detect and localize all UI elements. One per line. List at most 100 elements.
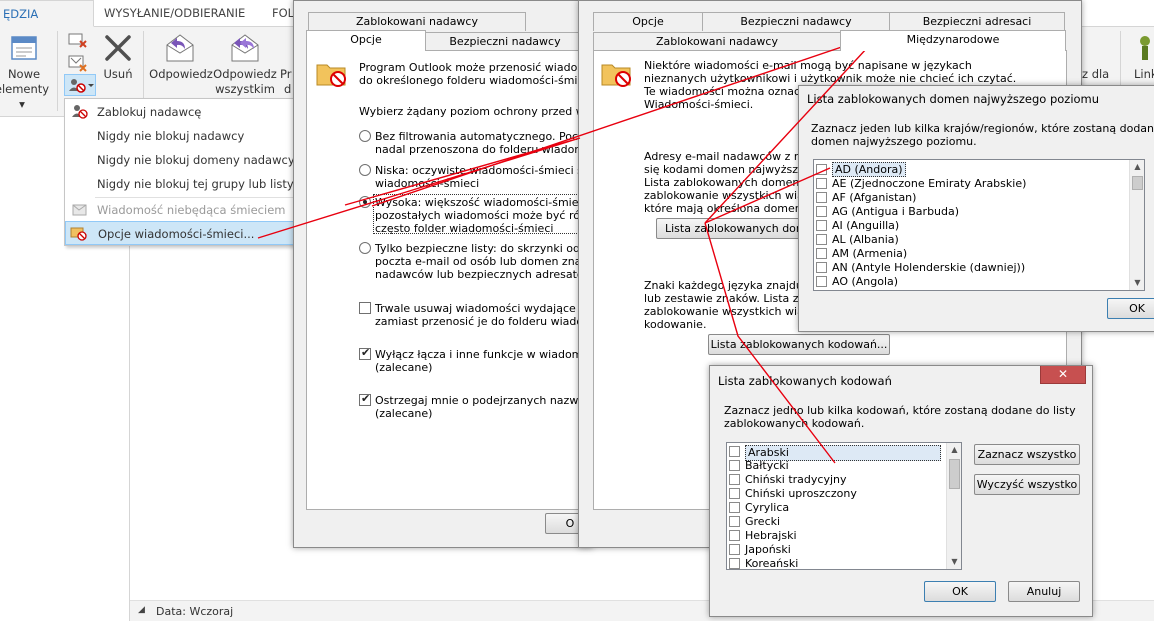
select-all-button[interactable]: Zaznacz wszystko	[974, 444, 1080, 465]
tld-item-checkbox[interactable]	[816, 206, 827, 217]
encoding-item-checkbox[interactable]	[729, 474, 740, 485]
tld-item-checkbox[interactable]	[816, 262, 827, 273]
encoding-item[interactable]: Arabski	[729, 445, 941, 461]
encoding-item-checkbox[interactable]	[729, 530, 740, 541]
encoding-item-checkbox[interactable]	[729, 558, 740, 569]
menu-item-block-sender[interactable]: Zablokuj nadawcę	[65, 100, 295, 124]
scroll-down-icon[interactable]: ▼	[1130, 276, 1144, 290]
new-items-label-2[interactable]: elementy ▾	[0, 82, 52, 112]
ignore-icon[interactable]	[66, 29, 88, 51]
menu-item-never-block-domain[interactable]: Nigdy nie blokuj domeny nadawcy (@	[65, 148, 295, 172]
tld-item-checkbox[interactable]	[816, 192, 827, 203]
reply-all-icon[interactable]	[228, 31, 262, 65]
reply-icon[interactable]	[163, 31, 197, 65]
tld-item-checkbox[interactable]	[816, 276, 827, 287]
new-items-label-1[interactable]: Nowe	[0, 67, 48, 82]
tld-item[interactable]: AL (Albania)	[816, 233, 899, 247]
forward-label-1[interactable]: Pr	[280, 67, 294, 82]
encoding-item-checkbox[interactable]	[729, 460, 740, 471]
tab-options-2[interactable]: Opcje	[593, 12, 703, 31]
scroll-thumb[interactable]	[1132, 176, 1143, 190]
encodings-listbox[interactable]: Arabski Bałtycki Chiński tradycyjny Chiń…	[726, 442, 962, 570]
tld-ok-button[interactable]: OK	[1107, 298, 1154, 319]
enc-cancel-button[interactable]: Anuluj	[1008, 581, 1080, 602]
cleanup-icon[interactable]	[66, 51, 88, 73]
checkbox-disable-links-label-1[interactable]: Wyłącz łącza i inne funkcje w wiadomoś	[375, 348, 595, 361]
blocked-encodings-button[interactable]: Lista zablokowanych kodowań...	[708, 334, 890, 355]
tld-item-checkbox[interactable]	[816, 248, 827, 259]
reply-label[interactable]: Odpowiedz	[148, 67, 214, 82]
scroll-down-icon[interactable]: ▼	[947, 555, 961, 569]
reply-all-label-1[interactable]: Odpowiedz	[212, 67, 278, 82]
tab-international[interactable]: Międzynarodowe	[840, 30, 1066, 51]
encoding-item-checkbox[interactable]	[729, 516, 740, 527]
tab-safe-recipients[interactable]: Bezpieczni adresaci	[889, 12, 1065, 31]
checkbox-warn-suspicious[interactable]	[359, 392, 371, 406]
radio-no-filter-label-1[interactable]: Bez filtrowania automatycznego. Poczta	[375, 130, 595, 143]
tab-options[interactable]: Opcje	[306, 30, 426, 51]
tld-item[interactable]: AE (Zjednoczone Emiraty Arabskie)	[816, 177, 1026, 191]
tab-send-receive[interactable]: WYSYŁANIE/ODBIERANIE	[96, 0, 253, 27]
scroll-up-icon[interactable]: ▲	[1130, 160, 1144, 174]
tld-item[interactable]: AF (Afganistan)	[816, 191, 916, 205]
tld-item[interactable]: AO (Angola)	[816, 275, 898, 289]
tld-item[interactable]: AD (Andora)	[816, 162, 906, 177]
menu-item-not-junk[interactable]: Wiadomość niebędąca śmieciem	[65, 198, 295, 222]
menu-item-never-block-sender[interactable]: Nigdy nie blokuj nadawcy	[65, 124, 295, 148]
tld-item-checkbox[interactable]	[816, 220, 827, 231]
scroll-thumb[interactable]	[949, 459, 960, 489]
tld-item-checkbox[interactable]	[816, 234, 827, 245]
encoding-item-checkbox[interactable]	[729, 502, 740, 513]
enc-ok-button[interactable]: OK	[924, 581, 996, 602]
tab-safe-senders-2[interactable]: Bezpieczni nadawcy	[702, 12, 890, 31]
menu-item-never-block-group[interactable]: Nigdy nie blokuj tej grupy lub listy ad	[65, 172, 295, 196]
reply-all-label-2[interactable]: wszystkim	[212, 82, 278, 97]
checkbox-permanently-delete-label-1[interactable]: Trwale usuwaj wiadomości wydające się	[375, 302, 595, 315]
tld-item[interactable]: AN (Antyle Holenderskie (dawniej))	[816, 261, 1025, 275]
encoding-item[interactable]: Chiński tradycyjny	[729, 473, 847, 487]
radio-safe-label-1[interactable]: Tylko bezpieczne listy: do skrzynki odbi…	[375, 242, 597, 255]
tld-item[interactable]: AG (Antigua i Barbuda)	[816, 205, 959, 219]
collapse-triangle-icon[interactable]: ◢	[138, 605, 145, 615]
tld-item[interactable]: AM (Armenia)	[816, 247, 907, 261]
checkbox-warn-suspicious-label-1[interactable]: Ostrzegaj mnie o podejrzanych nazwach	[375, 394, 598, 407]
tld-listbox[interactable]: AD (Andora) AE (Zjednoczone Emiraty Arab…	[813, 159, 1145, 291]
tld-item-checkbox[interactable]	[816, 178, 827, 189]
close-icon[interactable]: ✕	[1040, 366, 1086, 384]
encoding-item-checkbox[interactable]	[729, 488, 740, 499]
quick-step-label[interactable]: z dla	[1082, 67, 1112, 82]
menu-item-junk-options[interactable]: Opcje wiadomości-śmieci...	[65, 221, 295, 245]
delete-icon[interactable]	[101, 31, 135, 65]
checkbox-disable-links[interactable]	[359, 346, 371, 360]
radio-no-filter[interactable]	[359, 130, 371, 142]
tld-scrollbar[interactable]: ▲ ▼	[1129, 160, 1144, 290]
link-label[interactable]: Link	[1134, 67, 1154, 82]
tld-item[interactable]: AI (Anguilla)	[816, 219, 899, 233]
encoding-item-checkbox[interactable]	[729, 446, 740, 457]
encoding-item[interactable]: Bałtycki	[729, 459, 789, 473]
tab-blocked-senders[interactable]: Zablokowani nadawcy	[308, 12, 526, 31]
encoding-item[interactable]: Cyrylica	[729, 501, 789, 515]
encoding-item-checkbox[interactable]	[729, 544, 740, 555]
encoding-item[interactable]: Japoński	[729, 543, 791, 557]
link-icon[interactable]	[1137, 33, 1154, 63]
radio-safe-lists-only[interactable]	[359, 242, 371, 254]
scroll-up-icon[interactable]: ▲	[947, 443, 961, 457]
radio-low[interactable]	[359, 164, 371, 176]
clear-all-button[interactable]: Wyczyść wszystko	[974, 474, 1080, 495]
encoding-item[interactable]: Koreański	[729, 557, 798, 569]
radio-low-label-1[interactable]: Niska: oczywiste wiadomości-śmieci są p	[375, 164, 600, 177]
delete-label[interactable]: Usuń	[98, 67, 138, 82]
encoding-item[interactable]: Chiński uproszczony	[729, 487, 857, 501]
tab-home[interactable]: ĘDZIA GŁÓWNE	[0, 0, 94, 47]
radio-high-label-1[interactable]: Wysoka: większość wiadomości-śmieci je	[375, 196, 601, 209]
encodings-scrollbar[interactable]: ▲ ▼	[946, 443, 961, 569]
encoding-item[interactable]: Grecki	[729, 515, 780, 529]
tab-safe-senders[interactable]: Bezpieczni nadawcy	[425, 32, 585, 51]
new-items-icon[interactable]	[8, 33, 42, 67]
checkbox-permanently-delete[interactable]	[359, 302, 371, 314]
radio-high[interactable]	[359, 196, 371, 208]
tld-item-checkbox[interactable]	[816, 164, 827, 175]
junk-button[interactable]	[64, 74, 96, 96]
tab-blocked-senders-2[interactable]: Zablokowani nadawcy	[593, 32, 841, 51]
